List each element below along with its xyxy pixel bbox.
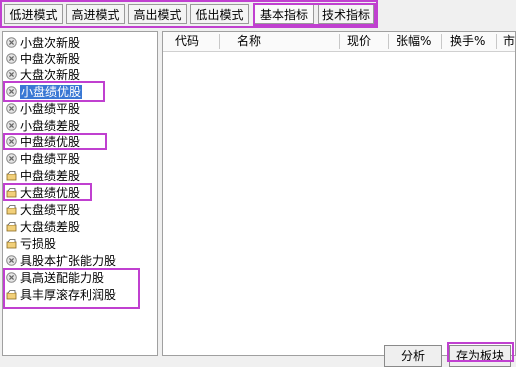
x-circle-icon [6, 103, 17, 114]
tab-high-exit-mode[interactable]: 高出模式 [128, 4, 187, 24]
list-item[interactable]: 具股本扩张能力股 [6, 253, 116, 269]
column-change-pct[interactable]: 张幅% [396, 32, 431, 51]
x-circle-icon [6, 86, 17, 97]
column-divider [496, 34, 497, 49]
list-item-label: 大盘绩优股 [20, 186, 81, 200]
column-price[interactable]: 现价 [347, 32, 371, 51]
list-item-label: 具高送配能力股 [20, 271, 105, 285]
list-item-label: 中盘绩优股 [20, 135, 81, 149]
list-item-label: 小盘绩优股 [20, 85, 83, 99]
list-item[interactable]: 中盘次新股 [6, 51, 80, 67]
list-item-label: 中盘绩平股 [20, 152, 81, 166]
list-item-label: 中盘次新股 [20, 52, 81, 66]
list-item-label: 小盘绩差股 [20, 119, 81, 133]
x-circle-icon [6, 120, 17, 131]
list-item[interactable]: 小盘次新股 [6, 35, 80, 51]
tab-basic-indicators[interactable]: 基本指标 [254, 4, 314, 24]
table-header: 代码 名称 现价 张幅% 换手% 市 [163, 32, 515, 52]
x-circle-icon [6, 153, 17, 164]
column-divider [441, 34, 442, 49]
stock-category-list[interactable]: 小盘次新股中盘次新股大盘次新股小盘绩优股小盘绩平股小盘绩差股中盘绩优股中盘绩平股… [2, 31, 158, 356]
list-item[interactable]: 大盘绩平股 [6, 202, 80, 218]
list-item-label: 小盘次新股 [20, 36, 81, 50]
list-item-label: 具股本扩张能力股 [20, 254, 117, 268]
column-divider [388, 34, 389, 49]
folder-icon [6, 289, 17, 300]
column-name[interactable]: 名称 [237, 32, 261, 51]
column-market[interactable]: 市 [503, 32, 515, 51]
x-circle-icon [6, 37, 17, 48]
save-as-sector-button[interactable]: 存为板块 [449, 345, 511, 367]
folder-icon [6, 170, 17, 181]
column-code[interactable]: 代码 [175, 32, 199, 51]
x-circle-icon [6, 136, 17, 147]
folder-icon [6, 221, 17, 232]
tab-low-entry-mode[interactable]: 低进模式 [4, 4, 63, 24]
tab-strip: 低进模式 高进模式 高出模式 低出模式 基本指标 技术指标 [0, 0, 516, 30]
list-item-label: 大盘次新股 [20, 68, 81, 82]
list-item[interactable]: 大盘次新股 [6, 67, 80, 83]
column-turnover-pct[interactable]: 换手% [450, 32, 485, 51]
list-item[interactable]: 中盘绩优股 [6, 134, 80, 150]
list-item[interactable]: 具丰厚滚存利润股 [6, 287, 116, 303]
column-divider [219, 34, 220, 49]
folder-icon [6, 238, 17, 249]
folder-icon [6, 187, 17, 198]
column-divider [339, 34, 340, 49]
tab-high-entry-mode[interactable]: 高进模式 [66, 4, 125, 24]
tab-technical-indicators[interactable]: 技术指标 [318, 4, 374, 24]
list-item[interactable]: 大盘绩优股 [6, 185, 80, 201]
list-item-label: 小盘绩平股 [20, 102, 81, 116]
x-circle-icon [6, 272, 17, 283]
list-item[interactable]: 中盘绩平股 [6, 151, 80, 167]
list-item[interactable]: 小盘绩差股 [6, 118, 80, 134]
list-item-label: 亏损股 [20, 237, 57, 251]
list-item-label: 大盘绩差股 [20, 220, 81, 234]
list-item[interactable]: 小盘绩平股 [6, 101, 80, 117]
x-circle-icon [6, 53, 17, 64]
list-item[interactable]: 亏损股 [6, 236, 56, 252]
list-item-label: 中盘绩差股 [20, 169, 81, 183]
list-item[interactable]: 小盘绩优股 [6, 84, 83, 100]
list-item[interactable]: 大盘绩差股 [6, 219, 80, 235]
stock-result-table[interactable]: 代码 名称 现价 张幅% 换手% 市 [162, 31, 516, 356]
x-circle-icon [6, 69, 17, 80]
folder-icon [6, 204, 17, 215]
tab-low-exit-mode[interactable]: 低出模式 [190, 4, 249, 24]
analyze-button[interactable]: 分析 [384, 345, 442, 367]
list-item-label: 大盘绩平股 [20, 203, 81, 217]
list-item-label: 具丰厚滚存利润股 [20, 288, 117, 302]
list-item[interactable]: 具高送配能力股 [6, 270, 104, 286]
x-circle-icon [6, 255, 17, 266]
list-item[interactable]: 中盘绩差股 [6, 168, 80, 184]
